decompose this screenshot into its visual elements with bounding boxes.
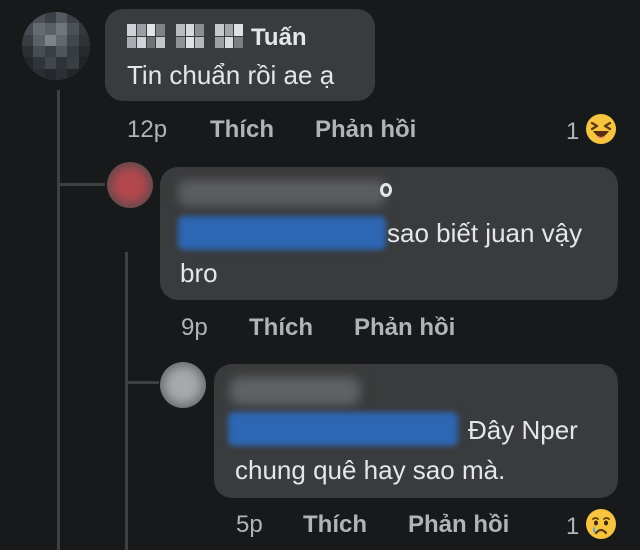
thread-line-sub bbox=[125, 252, 128, 550]
author-name-redacted bbox=[127, 24, 243, 48]
comment-timestamp[interactable]: 12p bbox=[127, 116, 167, 144]
comment-timestamp[interactable]: 9p bbox=[181, 314, 208, 342]
reaction-count: 1 bbox=[566, 512, 580, 540]
author-name-redacted bbox=[230, 377, 360, 405]
author-name-fragment bbox=[380, 183, 392, 197]
author-name-redacted bbox=[178, 180, 386, 206]
avatar-blurred bbox=[164, 366, 202, 404]
reaction-summary[interactable]: 1 bbox=[566, 113, 617, 150]
avatar[interactable] bbox=[107, 162, 153, 208]
reply-button[interactable]: Phản hồi bbox=[408, 511, 509, 539]
like-button[interactable]: Thích bbox=[210, 116, 274, 144]
comment-timestamp[interactable]: 5p bbox=[236, 511, 263, 539]
author-name[interactable]: Tuấn bbox=[251, 24, 307, 52]
avatar-blurred bbox=[111, 166, 149, 204]
avatar[interactable] bbox=[22, 12, 90, 80]
comment-text: bro bbox=[180, 258, 218, 288]
mention-redacted bbox=[178, 216, 386, 250]
comment-text: Đây Nper bbox=[468, 415, 578, 445]
avatar-pixelated bbox=[22, 12, 90, 80]
reaction-summary[interactable]: 1 bbox=[566, 508, 617, 545]
avatar[interactable] bbox=[160, 362, 206, 408]
thread-line-branch-1 bbox=[57, 183, 105, 186]
sad-emoji-icon bbox=[585, 508, 617, 545]
thread-line-branch-2 bbox=[125, 381, 159, 384]
reaction-count: 1 bbox=[566, 117, 580, 145]
reply-button[interactable]: Phản hồi bbox=[354, 314, 455, 342]
comment-text: Tin chuẩn rồi ae ạ bbox=[127, 60, 335, 90]
like-button[interactable]: Thích bbox=[303, 511, 367, 539]
laughing-emoji-icon bbox=[585, 113, 617, 150]
comment-text: chung quê hay sao mà. bbox=[235, 455, 506, 485]
reply-button[interactable]: Phản hồi bbox=[315, 116, 416, 144]
like-button[interactable]: Thích bbox=[249, 314, 313, 342]
comment-text: sao biết juan vậy bbox=[387, 218, 583, 248]
mention-redacted bbox=[228, 412, 458, 446]
thread-line-main bbox=[57, 90, 60, 550]
